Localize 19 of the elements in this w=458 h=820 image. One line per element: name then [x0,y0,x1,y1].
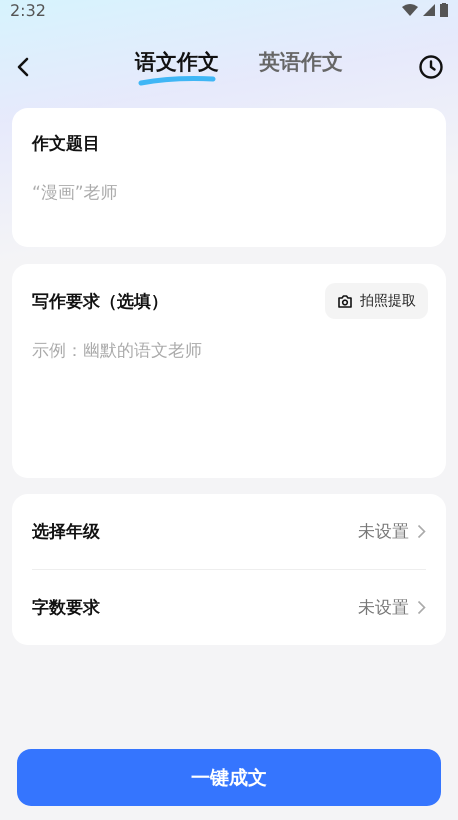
card-title: 作文题目 [32,133,101,155]
wifi-icon [402,4,418,16]
requirements-field[interactable]: 写作要求（选填） 拍照提取 示例：幽默的语文老师 [12,264,446,478]
battery-icon [440,3,448,17]
tab[interactable]: 英语作文 [259,48,343,86]
setting-value[interactable]: 未设置 [358,596,409,619]
setting-label: 选择年级 [32,521,101,543]
setting-value[interactable]: 未设置 [358,520,409,543]
setting-label: 字数要求 [32,597,101,619]
history-icon[interactable] [418,54,444,80]
generate-button[interactable]: 一键成文 [17,749,441,806]
signal-icon [423,4,435,16]
topic-input-field[interactable]: “漫画”老师 [32,181,426,205]
back-icon[interactable] [16,56,30,78]
photo-extract-button[interactable]: 拍照提取 [325,283,428,319]
camera-icon [337,294,353,308]
tab[interactable]: 语文作文 [135,48,219,86]
card-title: 写作要求（选填） [32,290,168,312]
status-time: 2:32 [10,0,46,20]
